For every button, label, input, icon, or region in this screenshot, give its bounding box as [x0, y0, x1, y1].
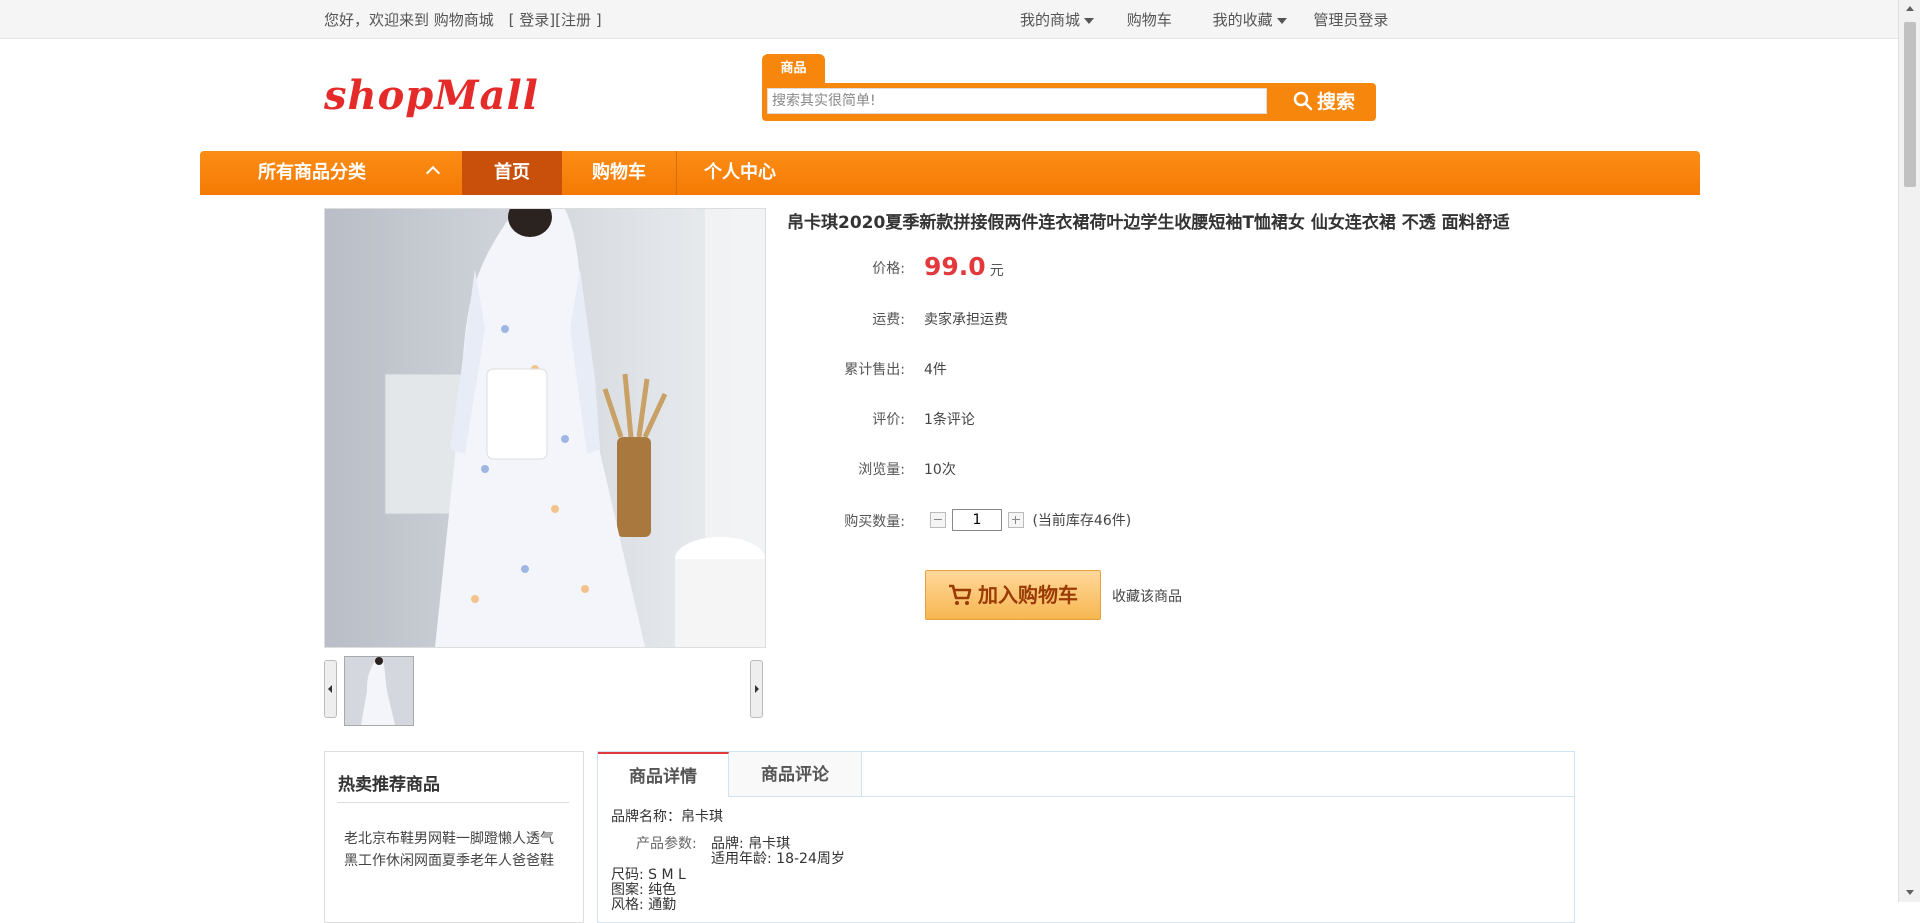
search-icon: [1293, 91, 1313, 111]
bracket-open: [: [508, 11, 515, 29]
price-value-wrap: 99.0 元: [924, 252, 1004, 281]
tab-product-reviews[interactable]: 商品评论: [729, 752, 862, 796]
thumbs-next-button[interactable]: [750, 660, 763, 718]
main-nav: 所有商品分类 首页 购物车 个人中心: [200, 151, 1700, 195]
my-mall-label: 我的商城: [1020, 11, 1081, 29]
product-main-image[interactable]: [324, 208, 766, 648]
chevron-down-icon: [1276, 17, 1287, 24]
param-size: 尺码: S M L: [611, 867, 686, 883]
all-categories-menu[interactable]: 所有商品分类: [200, 151, 462, 195]
cart-icon: [949, 584, 972, 605]
sold-value: 4件: [924, 362, 947, 378]
scroll-up-icon[interactable]: [1906, 6, 1914, 11]
param-style: 风格: 通勤: [611, 897, 677, 913]
detail-tabs: 商品详情 商品评论: [598, 752, 1574, 797]
add-to-cart-button[interactable]: 加入购物车: [925, 570, 1101, 620]
search-button-label: 搜索: [1316, 91, 1355, 113]
tab-product-detail[interactable]: 商品详情: [598, 752, 729, 797]
nav-user-center[interactable]: 个人中心: [677, 151, 803, 195]
admin-login-link[interactable]: 管理员登录: [1313, 9, 1388, 30]
search-bar: 搜索: [762, 83, 1376, 121]
search-tab-products[interactable]: 商品: [762, 54, 825, 84]
product-photo: [325, 209, 765, 647]
quantity-stepper: (当前库存46件): [930, 509, 1131, 531]
product-thumbnail[interactable]: [344, 656, 414, 726]
hot-products-title: 热卖推荐商品: [338, 775, 440, 795]
bracket-sep: ][: [549, 11, 561, 29]
plus-icon[interactable]: [1008, 512, 1024, 528]
product-detail-panel: 商品详情 商品评论 品牌名称：帛卡琪 产品参数: 品牌: 帛卡琪 适用年龄: 1…: [597, 751, 1575, 923]
product-title: 帛卡琪2020夏季新款拼接假两件连衣裙荷叶边学生收腰短袖T恤裙女 仙女连衣裙 不…: [787, 213, 1510, 233]
quantity-label: 购买数量:: [844, 514, 905, 530]
search-button[interactable]: 搜索: [1276, 87, 1372, 117]
brand-name-line: 品牌名称：帛卡琪: [611, 809, 723, 825]
bracket-close: ]: [595, 11, 602, 29]
stock-text: (当前库存46件): [1032, 513, 1132, 529]
scroll-down-icon[interactable]: [1906, 890, 1914, 895]
top-bar-left: 您好，欢迎来到 购物商城 [ 登录][注册 ]: [324, 9, 602, 30]
param-brand: 品牌: 帛卡琪: [711, 836, 791, 852]
my-mall-menu[interactable]: 我的商城: [1020, 9, 1095, 30]
top-bar: 您好，欢迎来到 购物商城 [ 登录][注册 ] 我的商城 购物车 我的收藏 管理…: [0, 0, 1898, 39]
price-unit: 元: [989, 263, 1004, 279]
page-scrollbar[interactable]: [1898, 0, 1920, 902]
shipping-value: 卖家承担运费: [924, 312, 1008, 328]
nav-home[interactable]: 首页: [462, 151, 562, 195]
thumbnail-photo: [345, 657, 413, 725]
thumbs-prev-button[interactable]: [324, 660, 337, 718]
my-favorites-menu[interactable]: 我的收藏: [1213, 9, 1287, 30]
price-value: 99.0: [924, 252, 986, 281]
params-label: 产品参数:: [636, 836, 697, 852]
minus-icon[interactable]: [930, 512, 946, 528]
reviews-label: 评价:: [872, 412, 905, 428]
chevron-down-icon: [1084, 17, 1095, 24]
param-pattern: 图案: 纯色: [611, 882, 677, 898]
param-age: 适用年龄: 18-24周岁: [711, 851, 845, 867]
add-to-cart-label: 加入购物车: [978, 583, 1078, 607]
all-categories-label: 所有商品分类: [258, 162, 366, 183]
chevron-up-icon: [425, 165, 441, 181]
sold-label: 累计售出:: [844, 362, 905, 378]
welcome-text: 您好，欢迎来到 购物商城: [324, 11, 494, 29]
shipping-label: 运费:: [872, 312, 905, 328]
top-cart-link[interactable]: 购物车: [1127, 9, 1172, 30]
hot-product-item[interactable]: 老北京布鞋男网鞋一脚蹬懒人透气黑工作休闲网面夏季老年人爸爸鞋: [344, 828, 562, 872]
site-logo[interactable]: shopMall: [324, 72, 539, 119]
quantity-input[interactable]: [952, 509, 1002, 531]
top-bar-right: 我的商城 购物车 我的收藏 管理员登录: [1020, 9, 1388, 30]
nav-cart[interactable]: 购物车: [562, 151, 677, 195]
price-label: 价格:: [872, 261, 905, 277]
favorite-link[interactable]: 收藏该商品: [1112, 586, 1182, 606]
reviews-value[interactable]: 1条评论: [924, 409, 975, 429]
views-value: 10次: [924, 462, 956, 478]
login-link[interactable]: 登录: [519, 9, 549, 30]
my-favorites-label: 我的收藏: [1212, 11, 1273, 29]
hot-products-panel: 热卖推荐商品 老北京布鞋男网鞋一脚蹬懒人透气黑工作休闲网面夏季老年人爸爸鞋: [324, 751, 584, 923]
scrollbar-thumb[interactable]: [1904, 22, 1916, 187]
divider: [337, 802, 569, 803]
register-link[interactable]: 注册: [561, 9, 591, 30]
search-input[interactable]: [767, 88, 1267, 114]
views-label: 浏览量:: [858, 462, 905, 478]
